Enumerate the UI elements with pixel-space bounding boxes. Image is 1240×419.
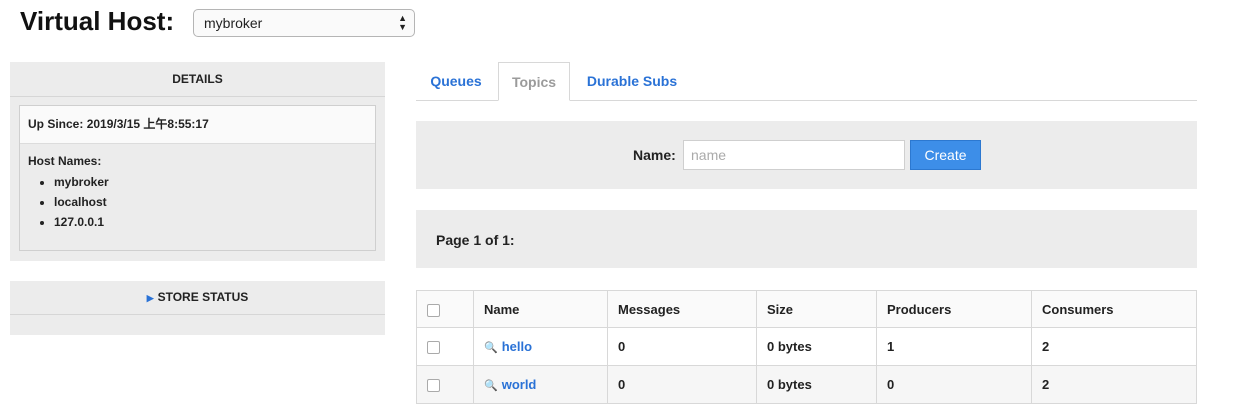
host-names-list: mybroker localhost 127.0.0.1 xyxy=(28,172,367,232)
pager-bar: Page 1 of 1: xyxy=(416,210,1197,268)
size-cell: 0 bytes xyxy=(756,365,877,404)
tab-bar: Queues Topics Durable Subs xyxy=(416,62,1197,101)
messages-cell: 0 xyxy=(607,365,757,404)
tab-topics[interactable]: Topics xyxy=(498,62,570,101)
create-topic-bar: Name: Create xyxy=(416,121,1197,189)
row-select-cell xyxy=(416,365,474,404)
select-all-checkbox[interactable] xyxy=(427,303,440,317)
table-row: 🔍 hello 0 0 bytes 1 2 xyxy=(416,327,1197,366)
name-cell: 🔍 world xyxy=(473,365,608,404)
store-status-label: STORE STATUS xyxy=(157,290,249,304)
tab-queues[interactable]: Queues xyxy=(416,62,496,100)
row-checkbox[interactable] xyxy=(427,341,440,355)
column-header-size[interactable]: Size xyxy=(756,290,877,328)
tab-durable-subs[interactable]: Durable Subs xyxy=(570,62,694,100)
producers-cell: 0 xyxy=(876,365,1032,404)
up-since-label: Up Since: xyxy=(28,117,84,131)
topics-table: Name Messages Size Producers Consumers 🔍… xyxy=(416,290,1197,404)
virtual-host-select[interactable]: mybroker ▲ ▼ xyxy=(193,9,415,37)
virtual-host-select-value: mybroker xyxy=(204,15,263,31)
magnifier-icon: 🔍 xyxy=(484,342,498,354)
details-panel: DETAILS Up Since: 2019/3/15 上午8:55:17 Ho… xyxy=(10,62,385,261)
name-cell: 🔍 hello xyxy=(473,327,608,366)
name-label: Name: xyxy=(633,147,676,163)
create-button[interactable]: Create xyxy=(910,140,981,170)
host-names-label: Host Names: xyxy=(28,154,102,168)
messages-cell: 0 xyxy=(607,327,757,366)
select-arrows-icon: ▲ ▼ xyxy=(398,13,407,32)
host-names: Host Names: mybroker localhost 127.0.0.1 xyxy=(20,144,375,242)
host-name-item: mybroker xyxy=(54,172,367,192)
up-since: Up Since: 2019/3/15 上午8:55:17 xyxy=(20,106,375,144)
column-header-consumers[interactable]: Consumers xyxy=(1031,290,1197,328)
producers-cell: 1 xyxy=(876,327,1032,366)
store-status-panel: ▶ STORE STATUS xyxy=(10,281,385,335)
topic-link[interactable]: world xyxy=(502,377,537,392)
host-name-item: localhost xyxy=(54,192,367,212)
host-name-item: 127.0.0.1 xyxy=(54,212,367,232)
consumers-cell: 2 xyxy=(1031,365,1197,404)
column-header-producers[interactable]: Producers xyxy=(876,290,1032,328)
topic-link[interactable]: hello xyxy=(502,339,532,354)
table-header-row: Name Messages Size Producers Consumers xyxy=(416,290,1197,328)
details-box: Up Since: 2019/3/15 上午8:55:17 Host Names… xyxy=(19,105,376,251)
select-all-cell xyxy=(416,290,474,328)
virtual-host-title: Virtual Host: xyxy=(20,6,175,36)
row-select-cell xyxy=(416,327,474,366)
column-header-name[interactable]: Name xyxy=(473,290,608,328)
magnifier-icon: 🔍 xyxy=(484,380,498,392)
store-status-toggle[interactable]: ▶ STORE STATUS xyxy=(10,281,385,315)
row-checkbox[interactable] xyxy=(427,379,440,393)
column-header-messages[interactable]: Messages xyxy=(607,290,757,328)
expand-triangle-icon: ▶ xyxy=(146,293,154,303)
page-indicator: Page 1 of 1: xyxy=(436,232,515,248)
up-since-value: 2019/3/15 上午8:55:17 xyxy=(86,117,209,131)
consumers-cell: 2 xyxy=(1031,327,1197,366)
details-header: DETAILS xyxy=(10,62,385,97)
table-row: 🔍 world 0 0 bytes 0 2 xyxy=(416,365,1197,404)
size-cell: 0 bytes xyxy=(756,327,877,366)
topic-name-input[interactable] xyxy=(683,140,905,170)
